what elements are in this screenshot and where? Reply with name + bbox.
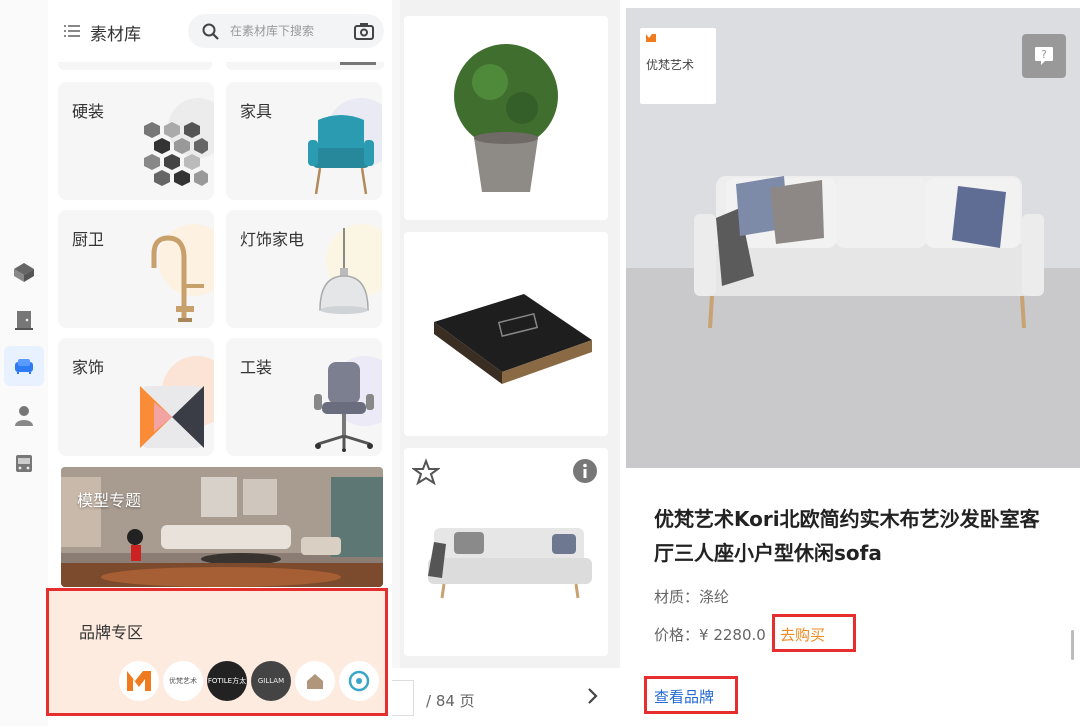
product-title: 优梵艺术Kori北欧简约实木布艺沙发卧室客厅三人座小户型休闲sofa: [654, 507, 1040, 565]
buy-button[interactable]: 去购买: [780, 624, 825, 645]
product-card-book[interactable]: [404, 232, 608, 436]
search-box[interactable]: 在素材库下搜索: [188, 14, 384, 48]
house-brand-logo: [307, 674, 323, 689]
product-price: 价格：¥ 2280.0: [654, 624, 766, 645]
model-icon: [14, 263, 34, 282]
page-number-input[interactable]: [392, 680, 414, 716]
scrollbar-thumb[interactable]: [1071, 630, 1074, 660]
m-brand-logo: [127, 671, 151, 691]
app-root: 素材库 在素材库下搜索 硬装 家具 厨卫 灯饰家电 家饰 工装 模型专题 品牌专…: [0, 0, 1080, 726]
paint-brand-logo: [348, 670, 370, 692]
help-icon[interactable]: ?: [1022, 34, 1066, 78]
view-brand-link[interactable]: 查看品牌: [654, 686, 714, 707]
brand-zone-title: 品牌专区: [79, 623, 144, 642]
info-icon[interactable]: [572, 458, 598, 484]
armchair-icon: [308, 115, 374, 195]
tile-icon: [144, 122, 208, 186]
rail-item-vehicle[interactable]: [4, 444, 44, 484]
topic-label: 模型专题: [77, 491, 142, 510]
material-value: 涤纶: [699, 588, 730, 606]
faucet-icon: [151, 235, 204, 322]
category-label: 灯饰家电: [240, 230, 305, 249]
sofa-icon: [15, 359, 33, 374]
list-menu-icon[interactable]: [64, 24, 80, 38]
product-hero-image: 优梵艺术 ?: [626, 8, 1080, 468]
category-label: 家具: [240, 102, 273, 121]
library-title: 素材库: [90, 25, 141, 45]
potted-plant-image: [454, 44, 558, 192]
category-card-hard-decor[interactable]: 硬装: [58, 82, 214, 200]
library-panel: 素材库 在素材库下搜索 硬装 家具 厨卫 灯饰家电 家饰 工装 模型专题 品牌专…: [46, 0, 392, 726]
category-card-lighting[interactable]: 灯饰家电: [226, 210, 382, 328]
living-room-image: [61, 467, 383, 587]
price-label: 价格：: [654, 626, 700, 644]
camera-icon[interactable]: [354, 22, 374, 40]
material-label: 材质：: [654, 588, 700, 606]
favorite-star-icon[interactable]: [412, 458, 440, 486]
brand-logo[interactable]: [339, 661, 379, 701]
category-card-furniture[interactable]: 家具: [226, 82, 382, 200]
category-label: 硬装: [72, 102, 105, 121]
book-image: [434, 294, 592, 384]
model-topic-banner[interactable]: 模型专题: [61, 467, 383, 587]
product-card-plant[interactable]: [404, 16, 608, 220]
rail-item-furniture[interactable]: [4, 346, 44, 386]
brand-logo[interactable]: [119, 661, 159, 701]
category-card-home-decor[interactable]: 家饰: [58, 338, 214, 456]
brand-zone-section[interactable]: 品牌专区 优梵艺术 FOTILE方太 GILLAM: [46, 588, 388, 716]
category-card-office[interactable]: 工装: [226, 338, 382, 456]
pagination: / 84 页: [392, 668, 620, 726]
product-results-column: / 84 页: [392, 0, 620, 726]
category-label: 厨卫: [72, 230, 105, 249]
category-label: 工装: [240, 358, 273, 377]
office-chair-icon: [314, 362, 374, 452]
bus-icon: [16, 455, 32, 472]
brand-mark-icon: [646, 34, 656, 42]
scrolled-cards-edge: [58, 62, 384, 74]
library-header: 素材库 在素材库下搜索: [48, 0, 392, 62]
person-icon: [15, 406, 33, 426]
svg-text:?: ?: [1041, 48, 1047, 61]
pendant-lamp-icon: [319, 228, 369, 314]
brand-logo[interactable]: GILLAM: [251, 661, 291, 701]
category-label: 家饰: [72, 358, 105, 377]
next-page-icon[interactable]: [582, 686, 602, 706]
product-card-sofa[interactable]: [404, 448, 608, 656]
scrollbar[interactable]: [392, 0, 400, 726]
brand-badge-name: 优梵艺术: [646, 58, 695, 72]
left-rail: [0, 0, 48, 726]
product-detail-panel: 优梵艺术 ? 优梵艺术Kori北欧简约实木布艺沙发卧室客厅三人座小户型休闲sof…: [626, 0, 1080, 726]
brand-logo[interactable]: FOTILE方太: [207, 661, 247, 701]
cushion-icon: [140, 386, 204, 448]
brand-logo[interactable]: 优梵艺术: [163, 661, 203, 701]
rail-item-door[interactable]: [4, 300, 44, 340]
product-material: 材质：涤纶: [654, 586, 729, 607]
search-input[interactable]: 在素材库下搜索: [230, 23, 314, 39]
brand-logo[interactable]: [295, 661, 335, 701]
brand-logo-list: 优梵艺术 FOTILE方太 GILLAM: [119, 661, 379, 701]
door-icon: [15, 311, 33, 330]
page-total: / 84 页: [426, 692, 475, 710]
price-value: ¥ 2280.0: [699, 626, 766, 644]
category-card-kitchen-bath[interactable]: 厨卫: [58, 210, 214, 328]
rail-item-model[interactable]: [4, 252, 44, 292]
rail-item-person[interactable]: [4, 396, 44, 436]
question-icon: ?: [1035, 47, 1053, 65]
brand-badge[interactable]: 优梵艺术: [640, 28, 716, 104]
search-icon: [202, 23, 219, 40]
